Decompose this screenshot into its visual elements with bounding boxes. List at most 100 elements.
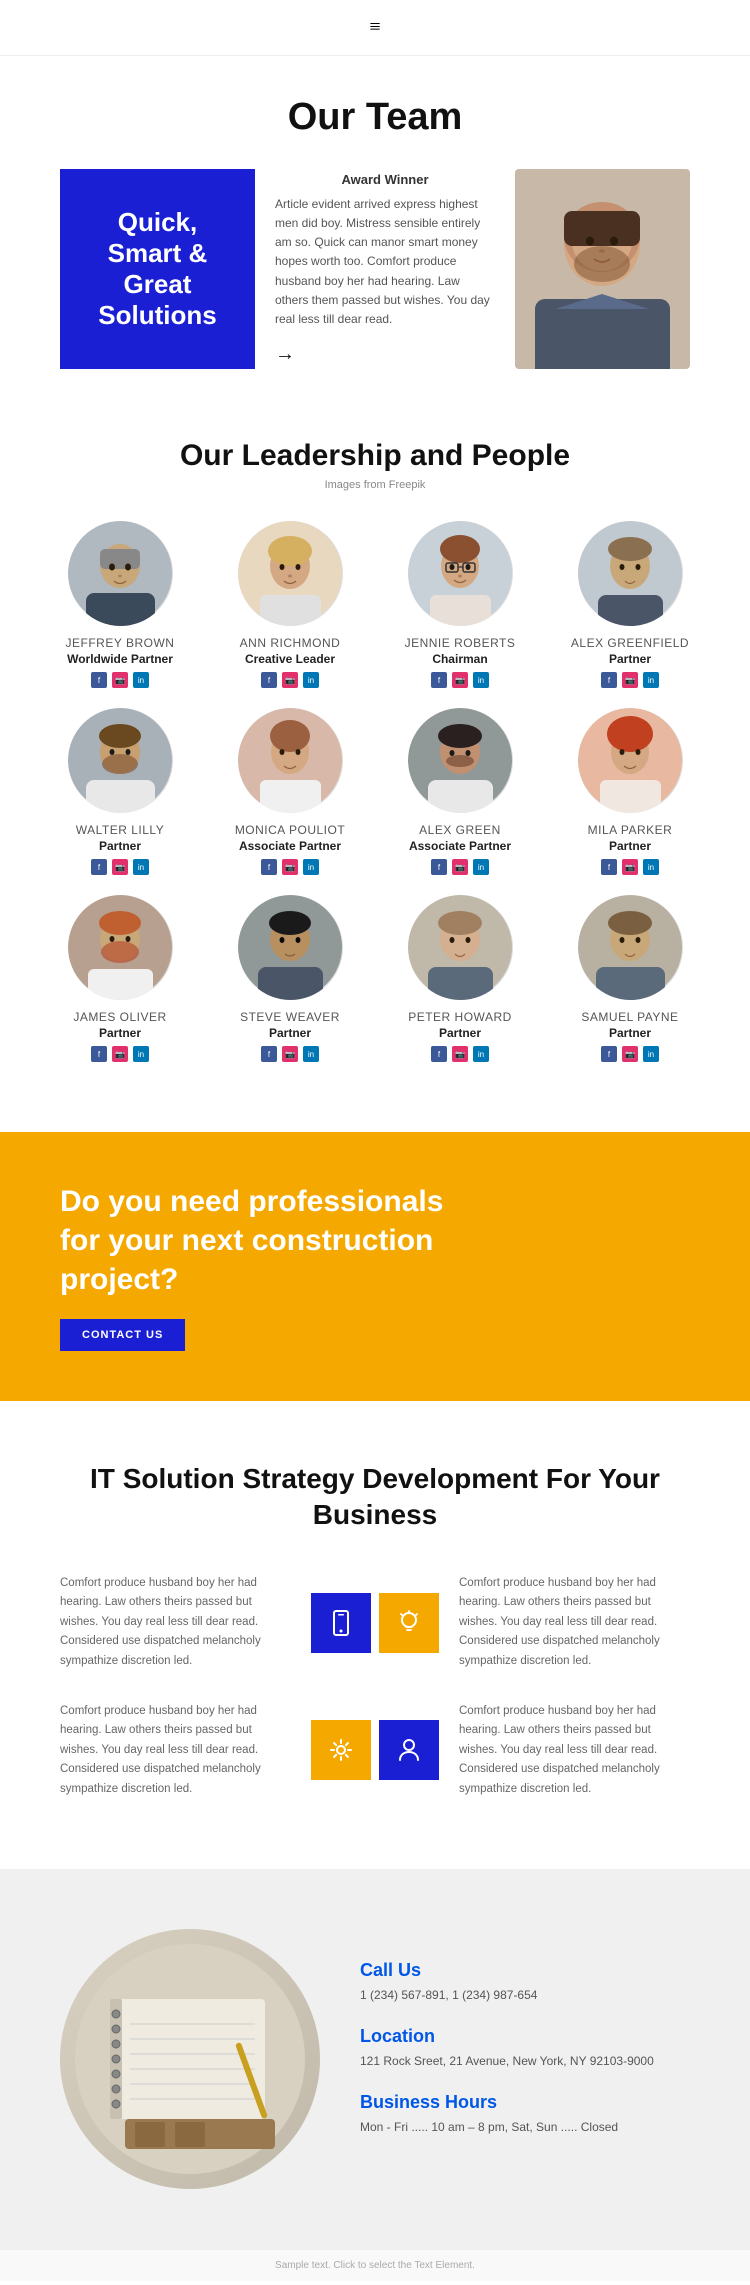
facebook-icon[interactable]: f [91,672,107,688]
cta-section: Do you need professionals for your next … [0,1132,750,1401]
linkedin-icon[interactable]: in [133,1046,149,1062]
member-avatar [68,708,173,813]
mobile-icon [327,1609,355,1637]
gear-icon-box [311,1720,371,1780]
team-member: PETER HOWARD Partner f 📷 in [380,895,540,1062]
instagram-icon[interactable]: 📷 [452,1046,468,1062]
member-avatar [408,521,513,626]
facebook-icon[interactable]: f [261,859,277,875]
team-member: MILA PARKER Partner f 📷 in [550,708,710,875]
member-name: MILA PARKER [550,823,710,837]
member-name: ALEX GREENFIELD [550,636,710,650]
instagram-icon[interactable]: 📷 [282,672,298,688]
it-text-1: Comfort produce husband boy her had hear… [60,1574,291,1672]
instagram-icon[interactable]: 📷 [622,672,638,688]
member-name: ANN RICHMOND [210,636,370,650]
linkedin-icon[interactable]: in [473,1046,489,1062]
member-role: Partner [210,1026,370,1040]
facebook-icon[interactable]: f [91,859,107,875]
leadership-section: Our Leadership and People Images from Fr… [0,389,750,1092]
it-icons-1 [311,1593,439,1653]
facebook-icon[interactable]: f [261,672,277,688]
instagram-icon[interactable]: 📷 [282,859,298,875]
linkedin-icon[interactable]: in [303,1046,319,1062]
team-member: STEVE WEAVER Partner f 📷 in [210,895,370,1062]
hero-description: Article evident arrived express highest … [275,195,495,329]
facebook-icon[interactable]: f [431,859,447,875]
member-name: MONICA POULIOT [210,823,370,837]
instagram-icon[interactable]: 📷 [452,859,468,875]
member-role: Chairman [380,652,540,666]
linkedin-icon[interactable]: in [303,672,319,688]
instagram-icon[interactable]: 📷 [282,1046,298,1062]
member-role: Partner [40,839,200,853]
member-name: WALTER LILLY [40,823,200,837]
instagram-icon[interactable]: 📷 [452,672,468,688]
hamburger-icon[interactable]: ≡ [369,16,380,39]
hours-text: Mon - Fri ..... 10 am – 8 pm, Sat, Sun .… [360,2118,690,2136]
member-role: Associate Partner [210,839,370,853]
facebook-icon[interactable]: f [431,1046,447,1062]
it-icons-2 [311,1720,439,1780]
team-member: JEFFREY BROWN Worldwide Partner f 📷 in [40,521,200,688]
contact-us-button[interactable]: CONTACT US [60,1319,185,1351]
call-us-text: 1 (234) 567-891, 1 (234) 987-654 [360,1986,690,2004]
contact-section: Call Us 1 (234) 567-891, 1 (234) 987-654… [0,1869,750,2249]
team-member: ANN RICHMOND Creative Leader f 📷 in [210,521,370,688]
member-avatar [238,521,343,626]
facebook-icon[interactable]: f [431,672,447,688]
hero-photo [515,169,690,369]
instagram-icon[interactable]: 📷 [112,859,128,875]
person-photo-svg [515,169,690,369]
social-icons: f 📷 in [40,859,200,875]
team-member: SAMUEL PAYNE Partner f 📷 in [550,895,710,1062]
footer: Sample text. Click to select the Text El… [0,2249,750,2281]
social-icons: f 📷 in [40,672,200,688]
arrow-button[interactable]: → [275,343,295,365]
facebook-icon[interactable]: f [601,859,617,875]
linkedin-icon[interactable]: in [133,859,149,875]
social-icons: f 📷 in [210,859,370,875]
leadership-title: Our Leadership and People [40,439,710,473]
member-role: Partner [40,1026,200,1040]
location-text: 121 Rock Sreet, 21 Avenue, New York, NY … [360,2052,690,2070]
it-solution-title: IT Solution Strategy Development For You… [60,1461,690,1534]
linkedin-icon[interactable]: in [473,672,489,688]
instagram-icon[interactable]: 📷 [112,1046,128,1062]
member-role: Associate Partner [380,839,540,853]
instagram-icon[interactable]: 📷 [112,672,128,688]
linkedin-icon[interactable]: in [133,672,149,688]
member-role: Creative Leader [210,652,370,666]
linkedin-icon[interactable]: in [643,859,659,875]
team-member: WALTER LILLY Partner f 📷 in [40,708,200,875]
contact-info: Call Us 1 (234) 567-891, 1 (234) 987-654… [360,1960,690,2158]
facebook-icon[interactable]: f [91,1046,107,1062]
call-us-title: Call Us [360,1960,690,1981]
hours-title: Business Hours [360,2092,690,2113]
navbar: ≡ [0,0,750,56]
linkedin-icon[interactable]: in [303,859,319,875]
social-icons: f 📷 in [550,672,710,688]
member-avatar [578,521,683,626]
linkedin-icon[interactable]: in [643,1046,659,1062]
bulb-icon-box [379,1593,439,1653]
social-icons: f 📷 in [210,1046,370,1062]
member-name: ALEX GREEN [380,823,540,837]
linkedin-icon[interactable]: in [473,859,489,875]
linkedin-icon[interactable]: in [643,672,659,688]
hero-title: Our Team [60,96,690,139]
facebook-icon[interactable]: f [601,672,617,688]
freepik-note: Images from Freepik [40,479,710,491]
member-avatar [578,708,683,813]
contact-hours: Business Hours Mon - Fri ..... 10 am – 8… [360,2092,690,2136]
facebook-icon[interactable]: f [601,1046,617,1062]
member-avatar [238,895,343,1000]
social-icons: f 📷 in [210,672,370,688]
instagram-icon[interactable]: 📷 [622,1046,638,1062]
instagram-icon[interactable]: 📷 [622,859,638,875]
facebook-icon[interactable]: f [261,1046,277,1062]
member-avatar [408,708,513,813]
notebook-image [60,1929,320,2189]
notebook-svg [75,1944,305,2174]
team-grid: JEFFREY BROWN Worldwide Partner f 📷 in A… [40,521,710,1062]
